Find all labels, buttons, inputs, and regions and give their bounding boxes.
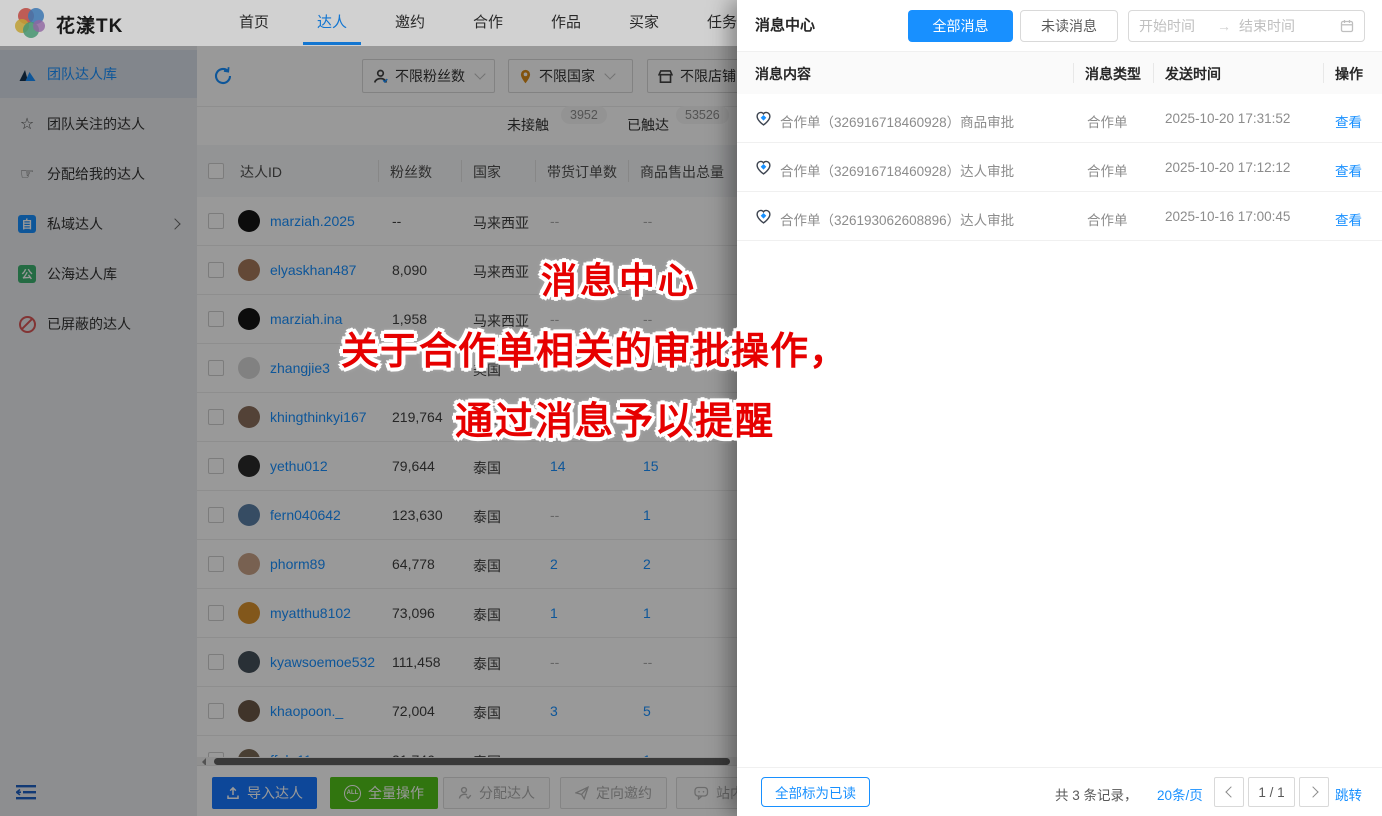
message-center-drawer: 消息中心 全部消息 未读消息 开始时间 → 结束时间 消息内容 消息类型 发送时… bbox=[737, 0, 1382, 816]
app-root: 花漾TK 首页达人邀约合作作品买家任务 团队达人库 ☆ 团队关注的达人 ☞ 分配… bbox=[0, 0, 1382, 816]
message-row: 合作单（326916718460928）达人审批 合作单 2025-10-20 … bbox=[737, 143, 1382, 192]
message-content: 合作单（326916718460928）达人审批 bbox=[780, 160, 1014, 180]
column-header: 消息内容 bbox=[755, 64, 811, 84]
message-time: 2025-10-20 17:31:52 bbox=[1165, 111, 1290, 126]
drawer-footer: 全部标为已读 共 3 条记录， 20条/页 1 / 1 跳转 bbox=[737, 767, 1382, 816]
column-header: 发送时间 bbox=[1165, 64, 1221, 84]
start-date-placeholder: 开始时间 bbox=[1139, 16, 1195, 36]
cooperation-order-icon bbox=[755, 208, 772, 225]
message-type: 合作单 bbox=[1087, 111, 1128, 131]
view-link[interactable]: 查看 bbox=[1335, 160, 1362, 180]
message-time: 2025-10-20 17:12:12 bbox=[1165, 160, 1290, 175]
mark-all-read-button[interactable]: 全部标为已读 bbox=[761, 777, 870, 807]
calendar-icon bbox=[1340, 19, 1354, 33]
cooperation-order-icon bbox=[755, 110, 772, 127]
message-time: 2025-10-16 17:00:45 bbox=[1165, 209, 1290, 224]
cooperation-order-icon bbox=[755, 159, 772, 176]
message-content: 合作单（326193062608896）达人审批 bbox=[780, 209, 1014, 229]
column-header: 操作 bbox=[1335, 64, 1363, 84]
column-header: 消息类型 bbox=[1085, 64, 1141, 84]
current-page-indicator[interactable]: 1 / 1 bbox=[1248, 777, 1295, 807]
jump-to-page-link[interactable]: 跳转 bbox=[1335, 784, 1362, 804]
view-link[interactable]: 查看 bbox=[1335, 111, 1362, 131]
drawer-title: 消息中心 bbox=[755, 14, 815, 35]
view-link[interactable]: 查看 bbox=[1335, 209, 1362, 229]
all-messages-button[interactable]: 全部消息 bbox=[908, 10, 1013, 42]
message-type: 合作单 bbox=[1087, 160, 1128, 180]
message-table-header: 消息内容 消息类型 发送时间 操作 bbox=[737, 52, 1382, 94]
drawer-mask[interactable] bbox=[0, 46, 737, 816]
drawer-mask[interactable] bbox=[0, 0, 737, 46]
range-arrow-icon: → bbox=[1217, 18, 1231, 34]
message-row: 合作单（326916718460928）商品审批 合作单 2025-10-20 … bbox=[737, 94, 1382, 143]
total-records-text: 共 3 条记录， bbox=[1055, 784, 1138, 804]
page-size-select[interactable]: 20条/页 bbox=[1157, 784, 1203, 804]
message-content: 合作单（326916718460928）商品审批 bbox=[780, 111, 1014, 131]
chevron-left-icon bbox=[1225, 786, 1236, 797]
next-page-button[interactable] bbox=[1299, 777, 1329, 807]
chevron-right-icon bbox=[1307, 786, 1318, 797]
unread-messages-button[interactable]: 未读消息 bbox=[1020, 10, 1118, 42]
prev-page-button[interactable] bbox=[1214, 777, 1244, 807]
date-range-picker[interactable]: 开始时间 → 结束时间 bbox=[1128, 10, 1365, 42]
message-row: 合作单（326193062608896）达人审批 合作单 2025-10-16 … bbox=[737, 192, 1382, 241]
message-type: 合作单 bbox=[1087, 209, 1128, 229]
end-date-placeholder: 结束时间 bbox=[1239, 16, 1295, 36]
